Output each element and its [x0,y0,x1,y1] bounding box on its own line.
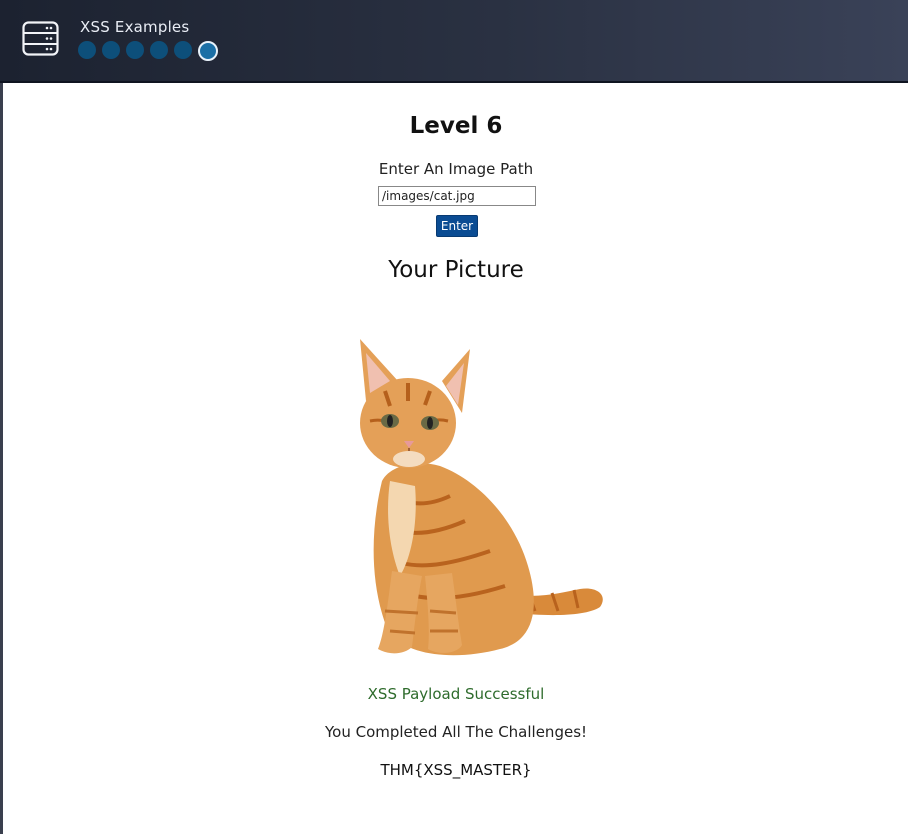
level-dot-3[interactable] [126,41,144,59]
app-header: XSS Examples [0,0,908,83]
level-dot-2[interactable] [102,41,120,59]
completed-message: You Completed All The Challenges! [324,723,588,741]
challenge-content: Level 6 Enter An Image Path Enter Your P… [0,83,908,834]
enter-button[interactable]: Enter [436,215,478,237]
image-path-input[interactable] [378,186,536,206]
level-progress [78,41,238,61]
app-title: XSS Examples [80,18,190,36]
level-dot-1[interactable] [78,41,96,59]
level-dot-4[interactable] [150,41,168,59]
picture-title: Your Picture [388,257,524,283]
image-path-label: Enter An Image Path [378,160,534,178]
level-dot-6-current[interactable] [198,41,218,61]
cat-picture [360,339,603,656]
level-title: Level 6 [409,113,503,139]
flag-text: THM{XSS_MASTER} [380,761,532,779]
success-message: XSS Payload Successful [367,685,545,703]
server-rack-icon [22,21,59,56]
level-dot-5[interactable] [174,41,192,59]
